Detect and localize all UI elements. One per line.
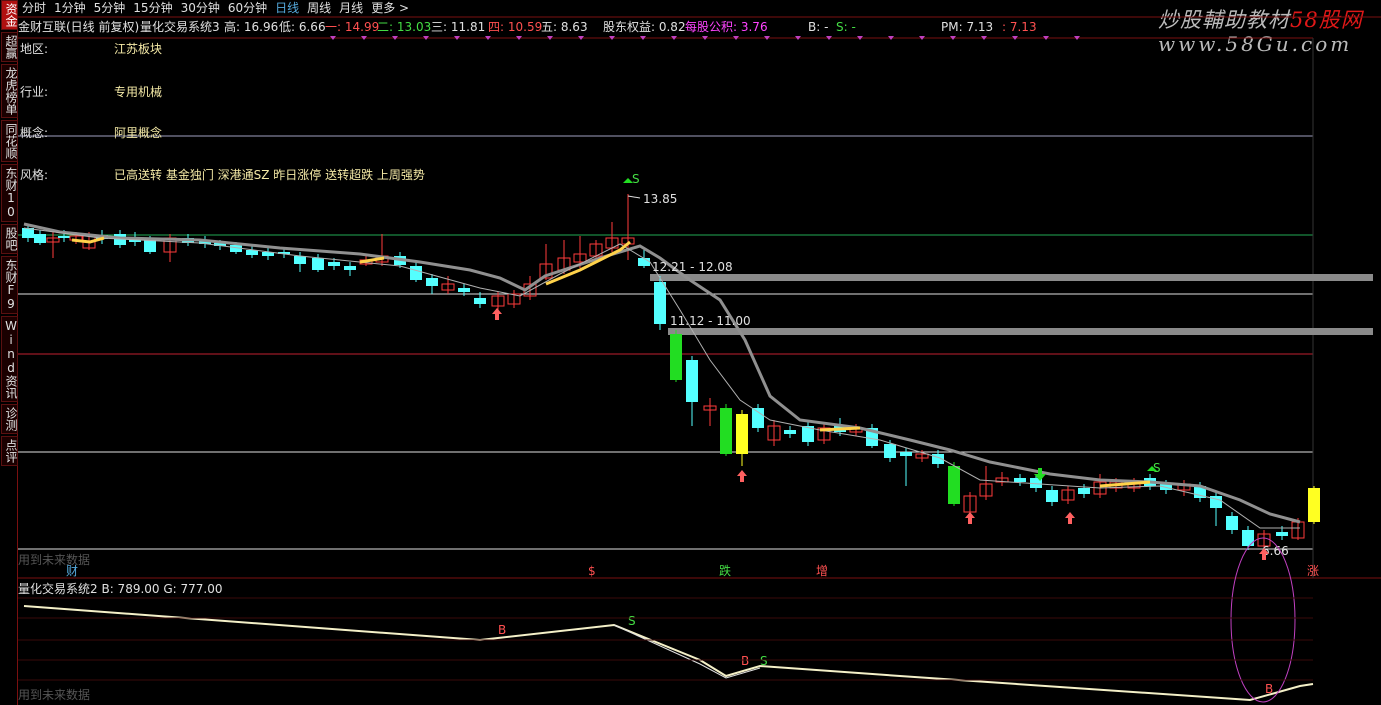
candle-body-55	[900, 452, 912, 456]
candle-body-40	[654, 282, 666, 324]
candle-body-48	[784, 430, 796, 434]
highlight-ma-4	[819, 426, 861, 432]
profile-label-concept: 概念:	[20, 126, 49, 140]
price-high-pointer	[627, 195, 641, 199]
profile-value-industry: 专用机械	[114, 85, 163, 99]
price-high-label: 13.85	[643, 192, 677, 206]
candle-body-58	[948, 466, 960, 504]
candle-body-64	[1046, 490, 1058, 502]
candle-body-80	[1308, 488, 1320, 522]
event-tag-2: 跌	[719, 563, 731, 578]
profile-label-style: 风格:	[20, 168, 49, 182]
candle-body-18	[294, 256, 306, 264]
kline-chart[interactable]: 13.8512.21 - 12.0811.12 - 11.006.66SSBSB…	[0, 0, 1381, 705]
profile-label-region: 地区:	[20, 42, 49, 56]
candle-body-54	[884, 444, 896, 458]
ind-signal-s1: S	[628, 614, 636, 628]
future-data-note: 用到未来数据	[18, 553, 91, 567]
candle-body-62	[1014, 478, 1026, 482]
up-arrow-3	[1065, 512, 1075, 524]
ind-signal-b1: B	[498, 623, 506, 637]
highlight-ellipse	[1230, 537, 1296, 703]
profile-label-industry: 行业:	[20, 85, 49, 99]
ind-signal-b2: B	[741, 654, 749, 668]
zone-bar-1	[650, 274, 1373, 281]
indicator-name: 量化交易系统2	[18, 582, 98, 596]
indicator-title: 量化交易系统2 B: 789.00 G: 777.00	[18, 580, 223, 597]
candle-body-75	[1226, 516, 1238, 530]
candle-body-20	[328, 262, 340, 266]
candle-body-76	[1242, 530, 1254, 546]
candle-body-39	[638, 258, 650, 266]
event-tag-3: 增	[816, 564, 828, 578]
indicator-line-b	[23, 605, 1314, 702]
candle-body-21	[344, 266, 356, 270]
profile-value-concept: 阿里概念	[114, 126, 163, 140]
candle-body-78	[1276, 532, 1288, 536]
candle-body-42	[686, 360, 698, 402]
signal-s-right: S	[1153, 461, 1161, 475]
candle-body-44	[720, 408, 732, 454]
signal-s-top: S	[632, 172, 640, 186]
up-arrow-2	[965, 512, 975, 524]
candle-body-25	[410, 266, 422, 280]
zone2-label: 11.12 - 11.00	[670, 314, 751, 328]
profile-value-region: 江苏板块	[114, 42, 163, 56]
candle-body-29	[474, 298, 486, 304]
indicator-future-note: 用到未来数据	[18, 688, 91, 702]
candle-body-19	[312, 258, 324, 270]
highlight-ma-5	[1099, 480, 1151, 488]
highlight-ma-1	[71, 236, 105, 244]
indicator-g-value: G: 777.00	[163, 582, 223, 596]
event-tag-1: $	[588, 564, 596, 578]
candle-body-41	[670, 334, 682, 380]
up-arrow-1	[737, 470, 747, 482]
candle-body-46	[752, 408, 764, 428]
candle-body-3	[58, 236, 70, 238]
up-arrow-0	[492, 308, 502, 320]
candle-body-28	[458, 288, 470, 292]
zone-bar-2	[668, 328, 1373, 335]
event-tag-4: 涨	[1307, 563, 1319, 578]
candle-body-45	[736, 414, 748, 454]
highlight-ma-2	[359, 256, 385, 264]
profile-value-style: 已高送转 基金独门 深港通SZ 昨日涨停 送转超跌 上周强势	[114, 168, 425, 182]
indicator-b-value: B: 789.00	[101, 582, 160, 596]
candle-body-26	[426, 278, 438, 286]
candle-body-9	[144, 240, 156, 252]
candle-body-1	[34, 234, 46, 243]
zone1-label: 12.21 - 12.08	[652, 260, 733, 274]
candle-body-66	[1078, 488, 1090, 494]
